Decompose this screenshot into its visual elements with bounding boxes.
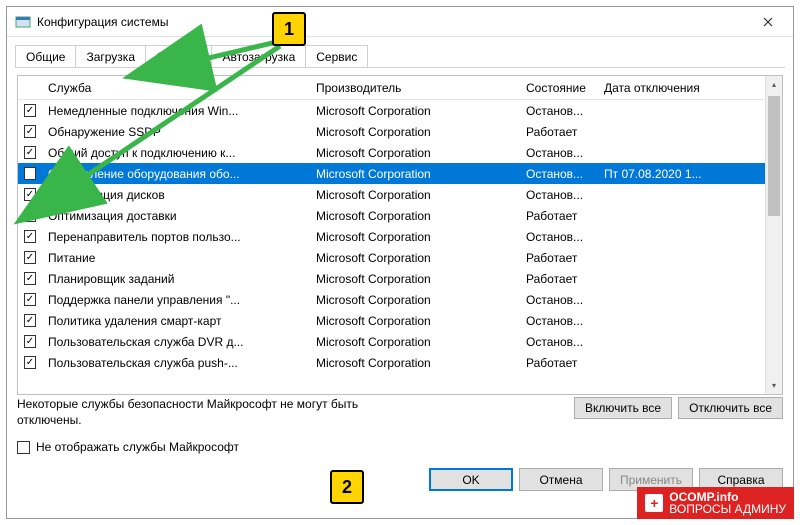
table-row[interactable]: ПитаниеMicrosoft CorporationРаботает [18, 247, 765, 268]
table-row[interactable]: Пользовательская служба push-...Microsof… [18, 352, 765, 373]
msconfig-window: Конфигурация системы ОбщиеЗагрузкаСлужбы… [7, 7, 793, 518]
enable-all-button[interactable]: Включить все [574, 397, 672, 419]
cell-service: Обнаружение SSDP [42, 125, 310, 139]
cell-mfr: Microsoft Corporation [310, 188, 520, 202]
scroll-up-icon[interactable]: ▴ [766, 76, 782, 93]
cell-service: Пользовательская служба push-... [42, 356, 310, 370]
cell-state: Останов... [520, 314, 598, 328]
col-manufacturer[interactable]: Производитель [310, 76, 520, 99]
cell-state: Останов... [520, 167, 598, 181]
row-checkbox[interactable] [24, 125, 36, 138]
cell-service: Оптимизация доставки [42, 209, 310, 223]
cell-service: Питание [42, 251, 310, 265]
cell-mfr: Microsoft Corporation [310, 209, 520, 223]
cancel-button[interactable]: Отмена [519, 468, 603, 491]
table-row[interactable]: Обнаружение SSDPMicrosoft CorporationРаб… [18, 121, 765, 142]
cell-state: Останов... [520, 188, 598, 202]
hide-ms-checkbox[interactable] [17, 441, 30, 454]
tab-загрузка[interactable]: Загрузка [76, 45, 146, 68]
tab-автозагрузка[interactable]: Автозагрузка [212, 45, 306, 68]
table-row[interactable]: Оптимизация доставкиMicrosoft Corporatio… [18, 205, 765, 226]
cell-service: Общий доступ к подключению к... [42, 146, 310, 160]
cell-state: Работает [520, 209, 598, 223]
row-checkbox[interactable] [24, 167, 36, 180]
close-button[interactable] [745, 7, 791, 37]
row-checkbox[interactable] [24, 356, 36, 369]
services-list[interactable]: Служба Производитель Состояние Дата откл… [17, 75, 783, 395]
cell-state: Останов... [520, 230, 598, 244]
cell-state: Работает [520, 251, 598, 265]
cell-mfr: Microsoft Corporation [310, 146, 520, 160]
table-row[interactable]: Оптимизация дисковMicrosoft CorporationО… [18, 184, 765, 205]
cell-state: Останов... [520, 146, 598, 160]
row-checkbox[interactable] [24, 314, 36, 327]
cell-mfr: Microsoft Corporation [310, 125, 520, 139]
table-row[interactable]: Немедленные подключения Win...Microsoft … [18, 100, 765, 121]
cell-mfr: Microsoft Corporation [310, 272, 520, 286]
cell-date: Пт 07.08.2020 1... [598, 167, 728, 181]
cell-service: Поддержка панели управления "... [42, 293, 310, 307]
row-checkbox[interactable] [24, 230, 36, 243]
cell-service: Немедленные подключения Win... [42, 104, 310, 118]
cell-state: Останов... [520, 104, 598, 118]
table-row[interactable]: Общий доступ к подключению к...Microsoft… [18, 142, 765, 163]
row-checkbox[interactable] [24, 272, 36, 285]
plus-icon: + [645, 494, 663, 512]
cell-mfr: Microsoft Corporation [310, 293, 520, 307]
cell-mfr: Microsoft Corporation [310, 167, 520, 181]
tab-службы[interactable]: Службы [146, 45, 212, 68]
tabstrip: ОбщиеЗагрузкаСлужбыАвтозагрузкаСервис [7, 37, 793, 69]
row-checkbox[interactable] [24, 146, 36, 159]
col-date-disabled[interactable]: Дата отключения [598, 76, 728, 99]
scroll-thumb[interactable] [768, 96, 780, 216]
table-row[interactable]: Определение оборудования обо...Microsoft… [18, 163, 765, 184]
cell-service: Политика удаления смарт-карт [42, 314, 310, 328]
scrollbar[interactable]: ▴ ▾ [765, 76, 782, 394]
cell-service: Перенаправитель портов пользо... [42, 230, 310, 244]
hide-ms-label: Не отображать службы Майкрософт [36, 440, 239, 454]
watermark: + OCOMP.info ВОПРОСЫ АДМИНУ [637, 487, 794, 519]
table-row[interactable]: Политика удаления смарт-картMicrosoft Co… [18, 310, 765, 331]
cell-mfr: Microsoft Corporation [310, 104, 520, 118]
table-row[interactable]: Пользовательская служба DVR д...Microsof… [18, 331, 765, 352]
window-title: Конфигурация системы [37, 15, 745, 29]
cell-state: Работает [520, 356, 598, 370]
cell-service: Планировщик заданий [42, 272, 310, 286]
row-checkbox[interactable] [24, 104, 36, 117]
cell-state: Останов... [520, 335, 598, 349]
row-checkbox[interactable] [24, 251, 36, 264]
app-icon [15, 14, 31, 30]
cell-mfr: Microsoft Corporation [310, 335, 520, 349]
table-row[interactable]: Поддержка панели управления "...Microsof… [18, 289, 765, 310]
watermark-subtitle: ВОПРОСЫ АДМИНУ [669, 503, 786, 515]
row-checkbox[interactable] [24, 209, 36, 222]
cell-mfr: Microsoft Corporation [310, 230, 520, 244]
cell-state: Работает [520, 272, 598, 286]
tab-общие[interactable]: Общие [15, 45, 76, 68]
table-row[interactable]: Планировщик заданийMicrosoft Corporation… [18, 268, 765, 289]
cell-service: Пользовательская служба DVR д... [42, 335, 310, 349]
cell-state: Работает [520, 125, 598, 139]
list-header[interactable]: Служба Производитель Состояние Дата откл… [18, 76, 765, 100]
row-checkbox[interactable] [24, 188, 36, 201]
row-checkbox[interactable] [24, 335, 36, 348]
row-checkbox[interactable] [24, 293, 36, 306]
cell-state: Останов... [520, 293, 598, 307]
cell-service: Определение оборудования обо... [42, 167, 310, 181]
security-note: Некоторые службы безопасности Майкрософт… [17, 397, 417, 428]
tab-сервис[interactable]: Сервис [306, 45, 368, 68]
disable-all-button[interactable]: Отключить все [678, 397, 783, 419]
tab-panel-services: Служба Производитель Состояние Дата откл… [7, 69, 793, 462]
cell-mfr: Microsoft Corporation [310, 251, 520, 265]
scroll-down-icon[interactable]: ▾ [766, 377, 782, 394]
table-row[interactable]: Перенаправитель портов пользо...Microsof… [18, 226, 765, 247]
cell-service: Оптимизация дисков [42, 188, 310, 202]
titlebar: Конфигурация системы [7, 7, 793, 37]
cell-mfr: Microsoft Corporation [310, 314, 520, 328]
cell-mfr: Microsoft Corporation [310, 356, 520, 370]
col-state[interactable]: Состояние [520, 76, 598, 99]
col-service[interactable]: Служба [42, 76, 310, 99]
ok-button[interactable]: OK [429, 468, 513, 491]
